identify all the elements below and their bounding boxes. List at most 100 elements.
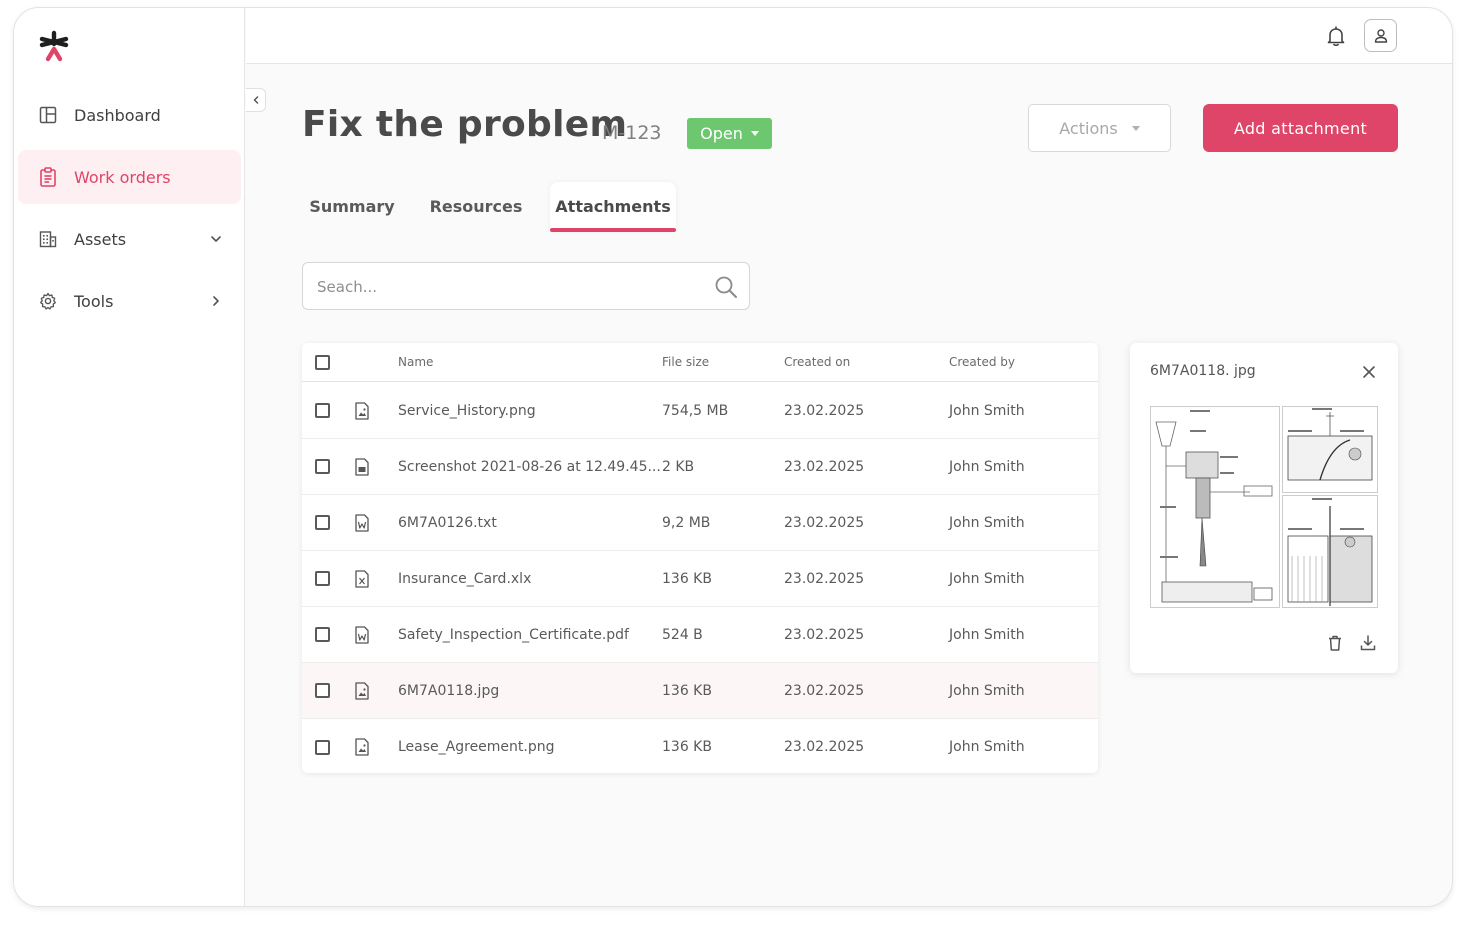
created-by: John Smith xyxy=(949,682,1025,699)
close-icon[interactable] xyxy=(1362,365,1376,379)
created-by: John Smith xyxy=(949,402,1025,419)
created-on: 23.02.2025 xyxy=(784,682,865,699)
bell-icon[interactable] xyxy=(1324,24,1348,48)
table-row[interactable]: 6M7A0118.jpg 136 KB 23.02.2025 John Smit… xyxy=(302,663,1098,719)
row-checkbox[interactable] xyxy=(315,403,330,418)
excel-file-icon xyxy=(355,569,369,588)
column-header-name[interactable]: Name xyxy=(398,343,433,381)
word-file-icon xyxy=(355,513,369,532)
file-size: 754,5 MB xyxy=(662,402,729,419)
column-header-file-size[interactable]: File size xyxy=(662,343,709,381)
clipboard-icon xyxy=(38,167,58,187)
row-checkbox[interactable] xyxy=(315,571,330,586)
sidebar-item-dashboard[interactable]: Dashboard xyxy=(18,88,241,142)
sidebar-item-tools[interactable]: Tools xyxy=(18,274,241,328)
status-label: Open xyxy=(700,124,743,143)
tab-summary[interactable]: Summary xyxy=(302,182,402,230)
attachments-table: Name File size Created on Created by Ser… xyxy=(302,343,1098,773)
file-name: Screenshot 2021-08-26 at 12.49.45... xyxy=(398,458,661,475)
tab-label: Summary xyxy=(309,196,395,216)
caret-down-icon xyxy=(1131,125,1140,131)
actions-dropdown[interactable]: Actions xyxy=(1028,104,1171,152)
column-header-created-on[interactable]: Created on xyxy=(784,343,850,381)
created-on: 23.02.2025 xyxy=(784,458,865,475)
attachment-thumbnail[interactable] xyxy=(1150,406,1378,608)
status-dropdown[interactable]: Open xyxy=(687,118,772,149)
file-name: 6M7A0126.txt xyxy=(398,514,497,531)
file-name: Lease_Agreement.png xyxy=(398,739,555,755)
file-name: Service_History.png xyxy=(398,402,536,419)
user-menu-button[interactable] xyxy=(1364,19,1397,52)
tab-label: Attachments xyxy=(555,196,671,216)
column-header-created-by[interactable]: Created by xyxy=(949,343,1015,381)
sidebar-item-label: Tools xyxy=(74,291,114,311)
created-on: 23.02.2025 xyxy=(784,739,865,755)
word-file-icon xyxy=(355,625,369,644)
chevron-right-icon[interactable] xyxy=(207,292,225,310)
table-header: Name File size Created on Created by xyxy=(302,343,1098,382)
sidebar-item-work-orders[interactable]: Work orders xyxy=(18,150,241,204)
document-file-icon xyxy=(355,457,369,476)
app-window: Dashboard Work orders Assets Tools Fix t… xyxy=(13,7,1453,907)
table-row[interactable]: Insurance_Card.xlx 136 KB 23.02.2025 Joh… xyxy=(302,551,1098,607)
file-size: 136 KB xyxy=(662,570,712,587)
file-name: 6M7A0118.jpg xyxy=(398,682,500,699)
caret-down-icon xyxy=(750,131,759,136)
download-icon[interactable] xyxy=(1359,634,1377,652)
gear-icon xyxy=(38,291,58,311)
sidebar-item-assets[interactable]: Assets xyxy=(18,212,241,266)
table-row[interactable]: Lease_Agreement.png 136 KB 23.02.2025 Jo… xyxy=(302,719,1098,773)
actions-label: Actions xyxy=(1059,118,1118,138)
created-by: John Smith xyxy=(949,739,1025,755)
table-row[interactable]: 6M7A0126.txt 9,2 MB 23.02.2025 John Smit… xyxy=(302,495,1098,551)
search-box xyxy=(302,262,750,310)
logo xyxy=(39,30,69,62)
table-row[interactable]: Safety_Inspection_Certificate.pdf 524 B … xyxy=(302,607,1098,663)
sidebar: Dashboard Work orders Assets Tools xyxy=(14,8,245,906)
search-input[interactable] xyxy=(317,275,697,299)
file-size: 2 KB xyxy=(662,458,695,475)
user-icon xyxy=(1374,28,1387,43)
created-on: 23.02.2025 xyxy=(784,514,865,531)
sidebar-item-label: Dashboard xyxy=(74,105,161,125)
image-file-icon xyxy=(355,401,369,420)
image-file-icon xyxy=(355,681,369,700)
select-all-cell xyxy=(315,343,330,381)
select-all-checkbox[interactable] xyxy=(315,354,330,370)
building-icon xyxy=(38,229,58,249)
tab-resources[interactable]: Resources xyxy=(422,182,530,230)
created-by: John Smith xyxy=(949,514,1025,531)
row-checkbox[interactable] xyxy=(315,515,330,530)
file-size: 9,2 MB xyxy=(662,514,711,531)
attachment-preview-panel: 6M7A0118. jpg xyxy=(1130,343,1398,673)
file-size: 136 KB xyxy=(662,739,712,755)
dashboard-icon xyxy=(38,105,58,125)
chevron-left-icon xyxy=(253,96,258,104)
chevron-down-icon[interactable] xyxy=(207,230,225,248)
search-icon[interactable] xyxy=(713,274,739,300)
tab-label: Resources xyxy=(429,196,523,216)
preview-title: 6M7A0118. jpg xyxy=(1150,363,1256,379)
sidebar-item-label: Assets xyxy=(74,229,127,249)
top-bar xyxy=(246,8,1452,64)
file-name: Insurance_Card.xlx xyxy=(398,570,532,587)
row-checkbox[interactable] xyxy=(315,739,330,755)
tab-attachments[interactable]: Attachments xyxy=(550,182,676,232)
created-by: John Smith xyxy=(949,626,1025,643)
table-row[interactable]: Screenshot 2021-08-26 at 12.49.45... 2 K… xyxy=(302,439,1098,495)
row-checkbox[interactable] xyxy=(315,683,330,698)
sidebar-item-label: Work orders xyxy=(74,167,171,187)
add-attachment-button[interactable]: Add attachment xyxy=(1203,104,1398,152)
created-on: 23.02.2025 xyxy=(784,626,865,643)
file-size: 524 B xyxy=(662,626,703,643)
add-attachment-label: Add attachment xyxy=(1233,118,1368,138)
file-name: Safety_Inspection_Certificate.pdf xyxy=(398,626,629,643)
row-checkbox[interactable] xyxy=(315,627,330,642)
work-order-code: M-123 xyxy=(602,122,662,144)
trash-icon[interactable] xyxy=(1326,634,1344,652)
table-row[interactable]: Service_History.png 754,5 MB 23.02.2025 … xyxy=(302,383,1098,439)
file-size: 136 KB xyxy=(662,682,712,699)
collapse-sidebar-button[interactable] xyxy=(246,88,266,112)
row-checkbox[interactable] xyxy=(315,459,330,474)
created-on: 23.02.2025 xyxy=(784,402,865,419)
